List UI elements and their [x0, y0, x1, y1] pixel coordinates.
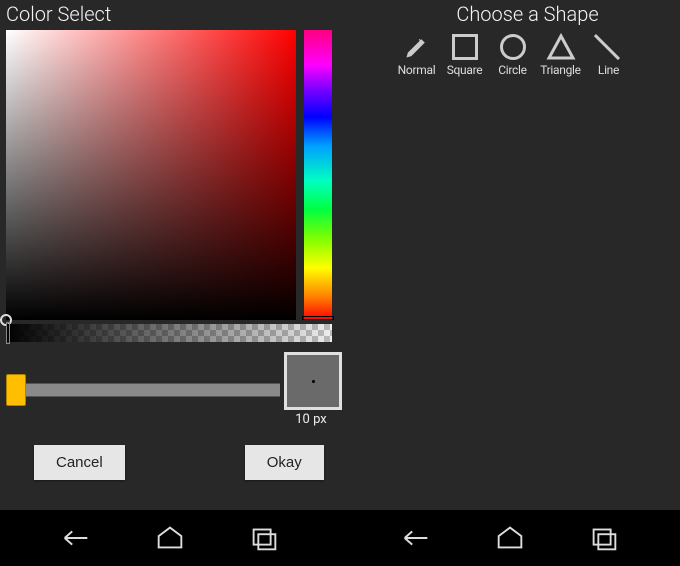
brush-preview-dot	[312, 380, 315, 383]
okay-button[interactable]: Okay	[245, 445, 324, 480]
slider-track	[6, 383, 280, 397]
color-select-title: Color Select	[6, 2, 345, 26]
hue-slider[interactable]	[304, 30, 332, 320]
shape-square[interactable]: Square	[444, 30, 486, 77]
nav-recent-button-2[interactable]	[586, 520, 622, 556]
shape-label-square: Square	[447, 63, 483, 77]
square-icon	[448, 30, 482, 64]
shape-select-title: Choose a Shape	[375, 2, 680, 26]
shape-label-line: Line	[598, 63, 619, 77]
saturation-value-field[interactable]	[6, 30, 296, 320]
shape-label-triangle: Triangle	[540, 63, 580, 77]
shape-triangle[interactable]: Triangle	[540, 30, 582, 77]
android-navbar	[0, 510, 680, 566]
brush-size-label: 10 px	[282, 412, 340, 427]
color-select-panel: Color Select 10 px	[0, 0, 345, 510]
nav-back-button-2[interactable]	[398, 520, 434, 556]
shape-label-circle: Circle	[498, 63, 526, 77]
triangle-icon	[544, 30, 578, 64]
nav-home-button-2[interactable]	[492, 520, 528, 556]
circle-icon	[496, 30, 530, 64]
slider-thumb[interactable]	[6, 374, 26, 406]
brush-size-slider[interactable]	[6, 365, 280, 415]
shape-select-panel: Choose a Shape Normal Square Circle Tr	[345, 0, 680, 510]
shape-circle[interactable]: Circle	[492, 30, 534, 77]
shape-label-normal: Normal	[398, 63, 436, 77]
pencil-icon	[400, 30, 434, 64]
shape-normal[interactable]: Normal	[396, 30, 438, 77]
nav-home-button[interactable]	[152, 520, 188, 556]
shape-line[interactable]: Line	[588, 30, 630, 77]
nav-recent-button[interactable]	[246, 520, 282, 556]
brush-preview	[284, 352, 342, 410]
alpha-cursor[interactable]	[6, 322, 10, 344]
alpha-slider[interactable]	[6, 324, 332, 342]
line-icon	[592, 30, 626, 64]
cancel-button[interactable]: Cancel	[34, 445, 125, 480]
hue-cursor[interactable]	[302, 316, 334, 320]
nav-back-button[interactable]	[58, 520, 94, 556]
